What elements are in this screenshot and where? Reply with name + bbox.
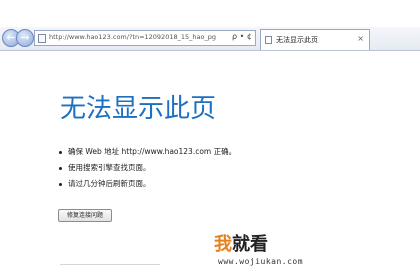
tab-title: 无法显示此页 [276,36,318,44]
list-item: 请过几分钟后刷新页面。 [58,176,236,192]
page-title: 无法显示此页 [60,94,217,124]
forward-icon: → [20,31,30,44]
close-icon[interactable]: × [357,34,364,43]
list-item: 使用搜索引擎查找页面。 [58,160,236,176]
watermark-url: www.wojiukan.com [218,257,304,266]
address-tools[interactable]: ρ • ¢ [232,32,252,41]
forward-button[interactable]: → [16,29,34,47]
list-item: 确保 Web 地址 http://www.hao123.com 正确。 [58,144,236,160]
watermark-logo-first: 我 [214,234,232,255]
tab-active[interactable]: 无法显示此页 × [260,29,370,50]
back-icon: ← [6,31,16,44]
fix-connection-button[interactable]: 修复连接问题 [58,209,112,222]
address-url[interactable]: http://www.hao123.com/?tn=12092018_15_ha… [49,33,216,41]
page-icon [38,34,46,43]
browser-toolbar: ← → http://www.hao123.com/?tn=12092018_1… [0,27,420,51]
suggestion-list: 确保 Web 地址 http://www.hao123.com 正确。 使用搜索… [58,144,236,192]
tab-page-icon [265,36,272,44]
watermark-logo: 我就看 [214,230,268,256]
watermark-logo-rest: 就看 [232,234,268,255]
divider [60,264,160,265]
address-bar[interactable]: http://www.hao123.com/?tn=12092018_15_ha… [34,30,256,46]
